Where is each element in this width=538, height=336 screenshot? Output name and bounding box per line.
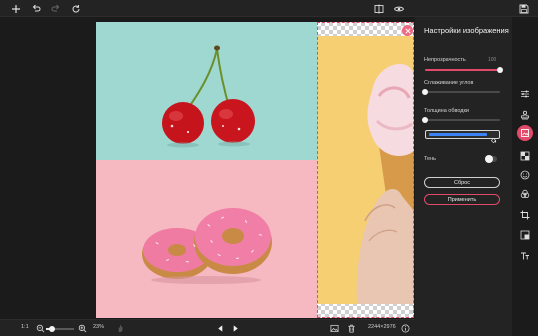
opacity-label: Непрозрачность	[424, 57, 466, 63]
crop-tool[interactable]	[517, 207, 533, 223]
image-editor-app: Настройки изображения Непрозрачность 100…	[0, 0, 538, 336]
zoom-value: 23%	[93, 324, 105, 330]
opacity-slider[interactable]	[425, 67, 503, 73]
paint-bucket-icon	[490, 131, 497, 144]
corner-smoothing-label: Сглаживание углов	[424, 80, 474, 86]
stamp-icon	[521, 110, 529, 120]
next-button[interactable]	[230, 323, 240, 333]
redo-icon	[51, 4, 59, 11]
image-button[interactable]	[329, 323, 339, 333]
close-icon	[404, 27, 411, 34]
save-icon	[519, 4, 528, 13]
ratio-button[interactable]: 1:1	[21, 324, 29, 330]
reset-button[interactable]: Сброс	[424, 177, 500, 188]
donuts-illustration	[142, 208, 272, 284]
info-icon	[401, 324, 409, 332]
text-icon	[521, 252, 529, 260]
plus-icon	[11, 4, 20, 13]
image-settings-panel: Настройки изображения Непрозрачность 100…	[415, 17, 512, 336]
undo-icon	[32, 4, 40, 11]
blend-tool[interactable]	[517, 186, 533, 202]
redo-button[interactable]	[48, 1, 63, 16]
crop-icon	[520, 210, 530, 220]
hand-tool-button[interactable]	[115, 323, 125, 333]
zoom-out-icon	[36, 324, 44, 332]
shadow-toggle[interactable]	[485, 155, 497, 163]
panel-title: Настройки изображения	[424, 26, 509, 35]
smile-icon	[520, 170, 530, 180]
zoom-in-button[interactable]	[77, 323, 87, 333]
collage-image[interactable]	[96, 22, 414, 318]
undo-button[interactable]	[28, 1, 43, 16]
transparency-tool[interactable]	[517, 148, 533, 164]
ice-cream-photo	[317, 36, 414, 304]
layers-tool[interactable]	[517, 227, 533, 243]
add-button[interactable]	[8, 1, 23, 16]
adjust-icon	[521, 90, 529, 98]
shadow-toggle-knob	[485, 155, 493, 163]
eye-icon	[393, 6, 404, 11]
image-dimensions: 2244×2976	[368, 324, 396, 330]
corner-smoothing-slider[interactable]	[422, 89, 500, 95]
opacity-slider-fill	[425, 69, 500, 71]
compare-icon	[374, 4, 383, 13]
trash-icon	[347, 324, 355, 332]
shadow-label: Тень	[424, 156, 437, 162]
zoom-out-button[interactable]	[35, 323, 45, 333]
preview-button[interactable]	[391, 1, 406, 16]
save-button[interactable]	[516, 1, 531, 16]
opacity-slider-knob[interactable]	[497, 67, 503, 73]
ice-cream-illustration	[356, 64, 414, 304]
compare-button[interactable]	[371, 1, 386, 16]
stroke-color-picker[interactable]	[425, 130, 500, 144]
corner-smoothing-knob[interactable]	[422, 89, 428, 95]
zoom-slider-knob[interactable]	[49, 326, 56, 332]
side-toolbar	[512, 17, 538, 336]
hand-icon	[118, 324, 122, 332]
image-settings-tool[interactable]	[517, 125, 533, 141]
delete-button[interactable]	[346, 323, 356, 333]
refresh-icon	[72, 4, 80, 12]
image-icon	[330, 324, 338, 332]
adjust-tool[interactable]	[517, 86, 533, 102]
zoom-in-icon	[78, 324, 86, 332]
stroke-width-label: Толщина обводки	[424, 108, 469, 114]
top-toolbar	[0, 0, 538, 17]
bottom-toolbar: 1:1 23% 2244×2976	[0, 319, 415, 336]
stamp-tool[interactable]	[517, 107, 533, 123]
remove-cell-button[interactable]	[402, 25, 413, 36]
stroke-width-knob[interactable]	[422, 117, 428, 123]
cherry-photo	[96, 22, 317, 160]
info-button[interactable]	[400, 323, 410, 333]
stroke-color-swatch	[429, 133, 487, 136]
stroke-width-slider[interactable]	[422, 117, 500, 123]
prev-arrow-icon	[217, 324, 222, 332]
image-settings-icon	[521, 129, 529, 137]
apply-button[interactable]: Применить	[424, 194, 500, 205]
opacity-value: 100	[488, 57, 497, 63]
checker-icon	[520, 151, 530, 161]
next-arrow-icon	[233, 324, 238, 332]
refresh-button[interactable]	[68, 1, 83, 16]
prev-button[interactable]	[215, 323, 225, 333]
zoom-slider[interactable]	[46, 326, 74, 332]
cherries-illustration	[162, 45, 255, 148]
canvas-area[interactable]	[0, 17, 415, 319]
text-tool[interactable]	[517, 248, 533, 264]
donut-photo	[96, 160, 317, 318]
layers-icon	[520, 230, 530, 240]
sticker-tool[interactable]	[517, 167, 533, 183]
circles-icon	[520, 189, 530, 198]
